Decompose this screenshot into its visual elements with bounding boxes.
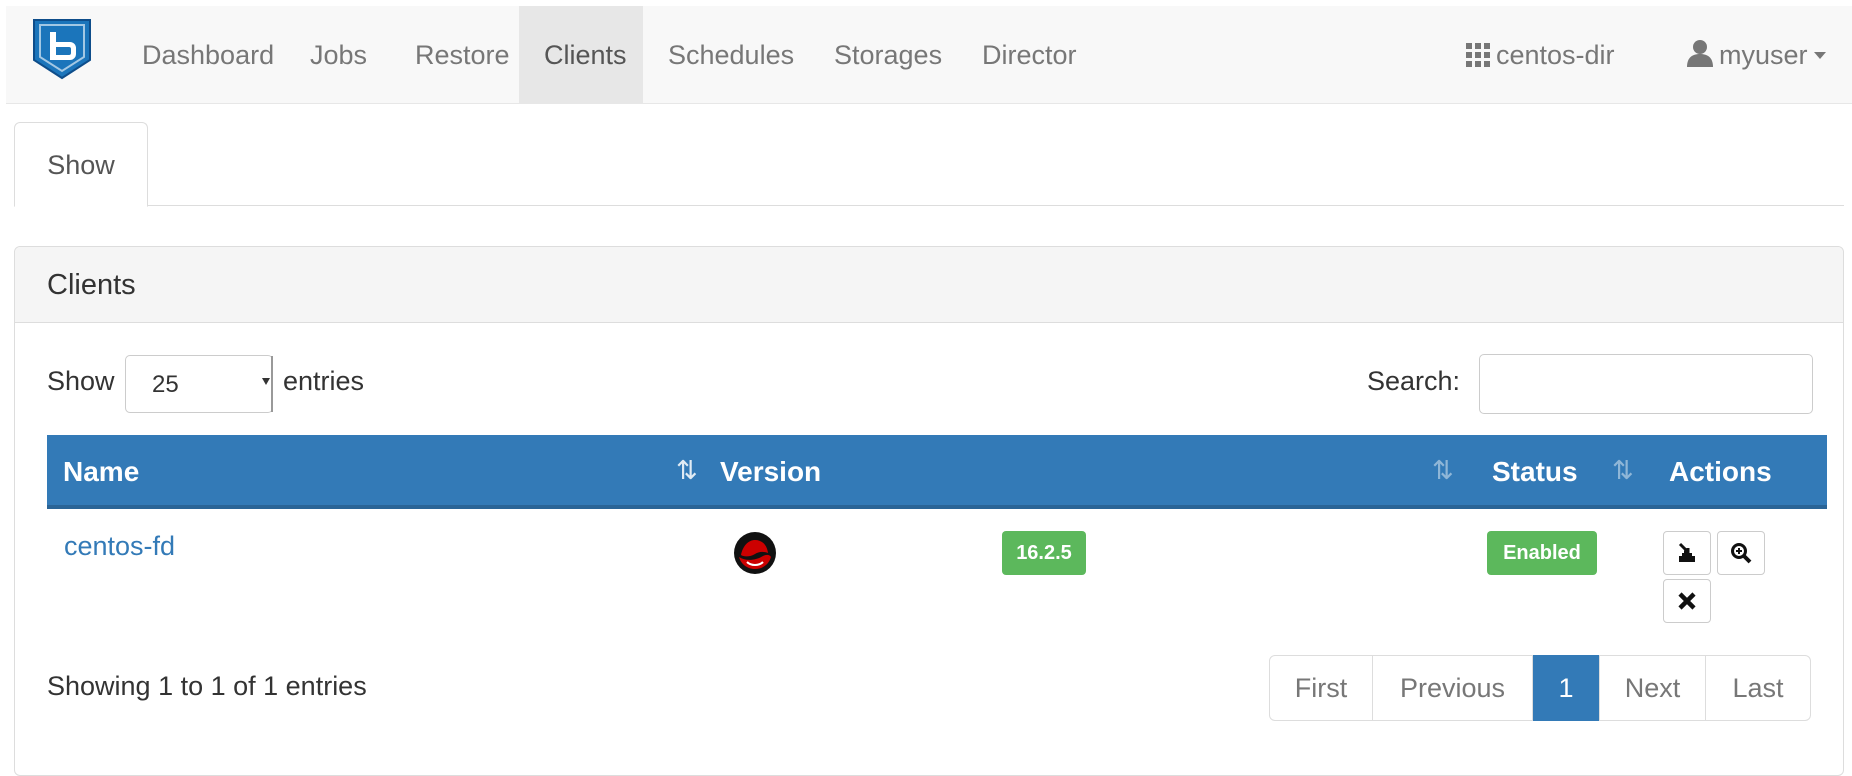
table-header: Name ⇅ Version ⇅ Status ⇅ Actions [47,435,1827,509]
nav-dashboard[interactable]: Dashboard [119,6,297,103]
panel-title: Clients [15,247,1843,323]
tab-show[interactable]: Show [14,122,148,207]
director-menu[interactable]: centos-dir [1466,6,1615,103]
length-label: Show [47,366,115,396]
chevron-down-icon [1813,52,1826,59]
sort-icon: ⇅ [1432,455,1454,485]
column-header-status[interactable]: Status [1492,435,1578,509]
remove-icon [1678,592,1696,610]
tab-bar: Show [14,122,1844,207]
brand-logo[interactable] [30,16,110,92]
client-name-link[interactable]: centos-fd [64,531,175,562]
search-input[interactable] [1479,354,1813,414]
nav-director[interactable]: Director [959,6,1100,103]
select-edge [269,356,273,412]
director-name: centos-dir [1496,40,1615,70]
delete-button[interactable] [1663,579,1711,623]
user-menu[interactable]: myuser [1687,6,1826,103]
version-badge: 16.2.5 [1002,531,1086,575]
status-badge: Enabled [1487,531,1597,575]
grid-icon [1466,43,1490,67]
column-header-actions: Actions [1669,456,1772,487]
table-info: Showing 1 to 1 of 1 entries [47,671,367,701]
nav-clients[interactable]: Clients [519,6,643,103]
column-header-version[interactable]: Version [720,435,821,509]
clients-panel: Clients Show 25 entries Search: Name ⇅ V… [14,246,1844,776]
bareos-logo-icon [33,19,91,80]
pagination-first[interactable]: First [1269,655,1373,721]
pagination-next[interactable]: Next [1599,655,1706,721]
details-button[interactable] [1717,531,1765,575]
search-label: Search: [1367,366,1461,396]
restore-icon [1678,542,1695,562]
top-navbar: Dashboard Jobs Restore Clients Schedules… [6,6,1852,104]
entries-label: entries [283,366,365,396]
user-icon [1687,40,1713,67]
zoom-in-icon [1731,543,1752,564]
page-length-select[interactable]: 25 [125,355,273,413]
sort-icon: ⇅ [1612,455,1634,485]
nav-jobs[interactable]: Jobs [287,6,390,103]
nav-schedules[interactable]: Schedules [645,6,817,103]
redhat-icon [734,532,776,574]
pagination-previous[interactable]: Previous [1372,655,1533,721]
pagination-last[interactable]: Last [1705,655,1811,721]
restore-button[interactable] [1663,531,1711,575]
user-name: myuser [1719,40,1808,70]
page-length-value: 25 [152,371,179,398]
table-row: centos-fd 16.2.5 Enabled [47,509,1827,623]
pagination-page-1[interactable]: 1 [1533,655,1599,721]
nav-restore[interactable]: Restore [392,6,533,103]
column-header-name[interactable]: Name [63,435,139,509]
sort-ascending-icon: ⇅ [676,455,698,485]
nav-storages[interactable]: Storages [811,6,965,103]
